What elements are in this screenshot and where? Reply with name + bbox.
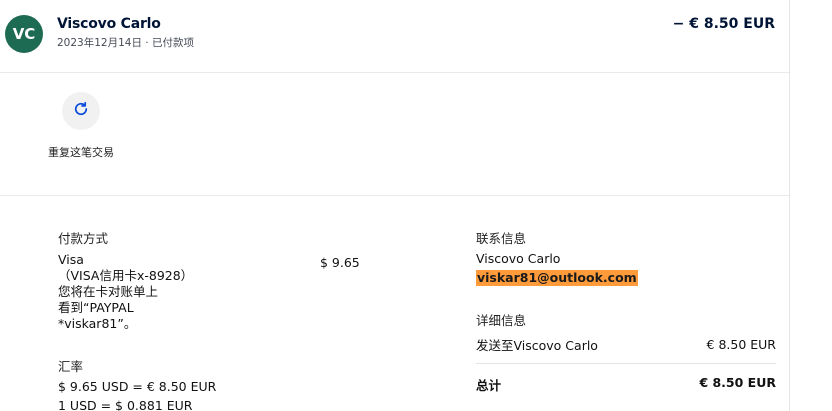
funding-title: 付款方式 [58,231,109,246]
divider [476,363,776,364]
contact-email[interactable]: viskar81@outlook.com [476,270,638,286]
sent-to-label: 发送至Viscovo Carlo [476,338,598,353]
funding-details: Visa （VISA信用卡x-8928） 您将在卡对账单上 看到“PAYPAL … [58,252,193,332]
repeat-transaction-label[interactable]: 重复这笔交易 [48,145,114,161]
exchange-rate-title: 汇率 [58,359,84,374]
funding-line: *viskar81”。 [58,316,137,331]
transaction-panel: VC Viscovo Carlo 2023年12月14日 · 已付款项 − € … [0,0,790,411]
details-title: 详细信息 [476,313,527,328]
exchange-rate-line: $ 9.65 USD = € 8.50 EUR [58,379,217,394]
details-total-row: 总计 € 8.50 EUR [476,375,776,394]
funding-line: Visa [58,252,84,267]
funding-line: （VISA信用卡x-8928） [58,268,194,283]
divider [0,195,789,196]
exchange-rate-line: 1 USD = $ 0.881 EUR [58,398,193,411]
total-label: 总计 [476,378,502,393]
merchant-name: Viscovo Carlo [57,16,161,32]
funding-line: 您将在卡对账单上 [58,284,159,299]
sent-amount: € 8.50 EUR [706,337,776,352]
funding-amount: $ 9.65 [320,255,360,270]
transaction-subtitle: 2023年12月14日 · 已付款项 [57,37,194,49]
repeat-transaction-button[interactable] [62,92,100,130]
details-sent-row: 发送至Viscovo Carlo € 8.50 EUR [476,335,776,354]
contact-email-wrap: viskar81@outlook.com [476,270,638,286]
contact-title: 联系信息 [476,231,527,246]
contact-name: Viscovo Carlo [476,251,561,266]
funding-line: 看到“PAYPAL [58,300,134,315]
total-amount: € 8.50 EUR [699,375,776,390]
refresh-icon [72,100,90,122]
transaction-amount: − € 8.50 EUR [672,16,775,32]
avatar: VC [5,15,43,53]
divider [0,72,789,73]
